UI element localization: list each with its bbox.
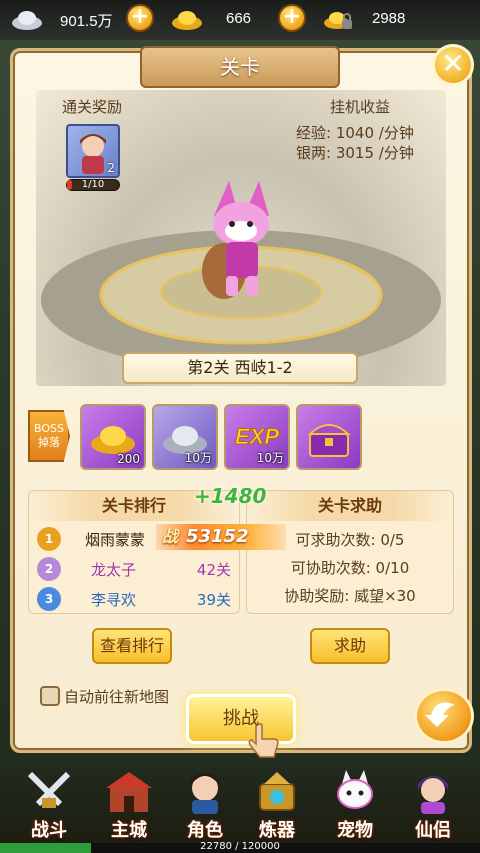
nav-city[interactable]: 主城 xyxy=(92,764,166,844)
pet-icon xyxy=(337,770,373,809)
return-arrow-icon xyxy=(425,702,455,727)
nav-label: 战斗 xyxy=(31,820,67,841)
forge-icon xyxy=(259,772,295,811)
drop-count: 200 xyxy=(117,452,140,466)
help-button[interactable]: 求助 xyxy=(310,628,390,664)
drop-item-silver[interactable]: 10万 xyxy=(152,404,218,470)
exp-bar-text: 22780 / 120000 xyxy=(200,841,280,852)
nav-label: 炼器 xyxy=(259,820,295,841)
fragment-progress-bar: 1/10 xyxy=(66,179,120,191)
reward-fragment-item[interactable]: 2 xyxy=(66,124,120,178)
fox-pet-character xyxy=(202,181,269,299)
drop-item-chest[interactable] xyxy=(296,404,362,470)
stage-name: 第2关 西岐1-2 xyxy=(122,352,358,384)
help-title: 关卡求助 xyxy=(247,491,453,521)
nav-label: 主城 xyxy=(111,820,147,841)
help-section: 关卡求助 可求助次数: 0/5 可协助次数: 0/10 协助奖励: 威望×30 xyxy=(246,490,454,614)
nav-fairy[interactable]: 仙侣 xyxy=(396,764,470,844)
boss-drop-tag: BOSS 掉落 xyxy=(28,410,70,462)
gold-ingot-icon xyxy=(172,11,202,30)
resource-bar: 901.5万 + 666 + 2988 xyxy=(0,0,480,40)
hero-portrait-icon xyxy=(190,773,220,814)
boss-tag-line2: 掉落 xyxy=(38,436,60,449)
ranking-row: 2 龙太子 42关 xyxy=(29,557,239,583)
rank-name: 李寻欢 xyxy=(91,591,137,609)
rewards-label: 通关奖励 xyxy=(62,98,123,116)
auto-next-map-label: 自动前往新地图 xyxy=(64,688,170,706)
reward-count: 2 xyxy=(107,161,115,175)
fragment-progress-text: 1/10 xyxy=(81,179,105,190)
combat-power-banner: 战 53152 xyxy=(156,524,286,550)
add-gold-button[interactable]: + xyxy=(278,4,306,32)
bottom-nav: 战斗 主城 角色 炼器 宠物 仙侣 xyxy=(0,764,480,844)
player-exp-bar: 22780 / 120000 xyxy=(0,841,480,853)
rank-medal-icon: 2 xyxy=(37,557,61,581)
nav-character[interactable]: 角色 xyxy=(168,764,242,844)
rank-value: 42关 xyxy=(196,561,231,579)
drop-count: 10万 xyxy=(256,451,284,465)
rank-medal-icon: 3 xyxy=(37,587,61,611)
ranking-section: 关卡排行 1 烟雨蒙蒙 2 龙太子 42关 3 李寻欢 39关 xyxy=(28,490,240,614)
bound-gold-value: 2988 xyxy=(372,10,406,27)
rank-value: 39关 xyxy=(196,591,231,609)
close-button[interactable]: ✕ xyxy=(432,44,474,86)
nav-label: 仙侣 xyxy=(415,820,451,841)
drop-item-exp[interactable]: EXP 10万 xyxy=(224,404,290,470)
boss-tag-line1: BOSS xyxy=(34,422,64,435)
nav-battle[interactable]: 战斗 xyxy=(12,764,86,844)
drop-item-gold[interactable]: 200 xyxy=(80,404,146,470)
nav-pet[interactable]: 宠物 xyxy=(318,764,392,844)
return-button[interactable] xyxy=(414,688,474,744)
city-gate-icon xyxy=(106,772,152,812)
auto-next-map-checkbox[interactable] xyxy=(40,686,60,706)
panel-title: 关卡 xyxy=(140,46,340,88)
nav-forge[interactable]: 炼器 xyxy=(240,764,314,844)
combat-power-value: 53152 xyxy=(186,526,249,547)
silver-ingot-icon xyxy=(12,11,42,30)
rank-medal-icon: 1 xyxy=(37,527,61,551)
fairy-icon xyxy=(418,776,448,814)
silver-value: 901.5万 xyxy=(60,13,113,30)
drop-count: 10万 xyxy=(184,451,212,465)
battle-swords-icon xyxy=(27,771,71,808)
gold-value: 666 xyxy=(226,10,252,27)
help-assist-count: 可协助次数: 0/10 xyxy=(290,559,410,577)
locked-gold-icon xyxy=(324,12,352,29)
exp-rate: 经验: 1040 /分钟 xyxy=(296,124,414,142)
rank-name: 龙太子 xyxy=(91,561,137,579)
svg-text:EXP: EXP xyxy=(235,424,279,449)
combat-power-icon: 战 xyxy=(162,527,179,546)
nav-label: 宠物 xyxy=(337,820,373,841)
ranking-row: 3 李寻欢 39关 xyxy=(29,587,239,613)
bound-gold-resource: 2988 xyxy=(322,6,472,34)
add-silver-button[interactable]: + xyxy=(126,4,154,32)
treasure-chest-icon xyxy=(307,424,351,457)
pointing-hand-icon xyxy=(248,723,279,758)
gold-resource: 666 xyxy=(170,6,280,34)
power-gain: +1480 xyxy=(194,484,267,508)
help-reward: 协助奖励: 威望×30 xyxy=(284,587,416,605)
rank-name: 烟雨蒙蒙 xyxy=(85,531,146,549)
view-ranking-button[interactable]: 查看排行 xyxy=(92,628,172,664)
nav-label: 角色 xyxy=(187,820,223,841)
idle-income-label: 挂机收益 xyxy=(330,98,391,116)
silver-rate: 银两: 3015 /分钟 xyxy=(296,144,414,162)
